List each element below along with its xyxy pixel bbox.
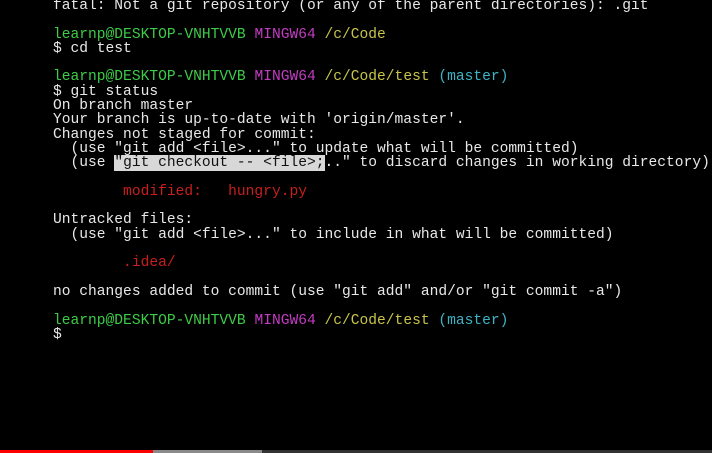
terminal-line: On branch master — [53, 99, 710, 114]
terminal-line: .idea/ — [53, 255, 710, 272]
terminal-text: $ — [53, 326, 62, 343]
terminal-text: (use "git add <file>..." to include in w… — [53, 226, 614, 243]
terminal-line: learnp@DESKTOP-VNHTVVB MINGW64 /c/Code — [53, 26, 710, 43]
terminal-line: Changes not staged for commit: — [53, 127, 710, 142]
terminal-line: fatal: Not a git repository (or any of t… — [53, 0, 710, 13]
terminal-text: /c/Code — [324, 26, 386, 43]
terminal-text: no changes added to commit (use "git add… — [53, 283, 623, 300]
terminal-text: (master) — [438, 312, 509, 329]
terminal-line: learnp@DESKTOP-VNHTVVB MINGW64 /c/Code/t… — [53, 69, 710, 86]
terminal-line: learnp@DESKTOP-VNHTVVB MINGW64 /c/Code/t… — [53, 312, 710, 329]
terminal-line: no changes added to commit (use "git add… — [53, 283, 710, 300]
terminal-line: $ cd test — [53, 40, 710, 57]
terminal-text: fatal: Not a git repository (or any of t… — [53, 0, 649, 14]
terminal-line: Untracked files: — [53, 213, 710, 228]
terminal-text: MINGW64 — [254, 69, 325, 86]
terminal-text: $ cd test — [53, 40, 132, 57]
terminal-line: (use "git checkout -- <file>;.." to disc… — [53, 155, 710, 172]
selected-text: "git checkout -- <file>; — [114, 155, 325, 172]
terminal-line: Your branch is up-to-date with 'origin/m… — [53, 113, 710, 128]
terminal-text: .." to discard changes in working direct… — [324, 155, 710, 172]
terminal-line: (use "git add <file>..." to include in w… — [53, 226, 710, 243]
terminal-text: /c/Code/test — [324, 312, 439, 329]
terminal-text: modified: hungry.py — [53, 183, 307, 200]
terminal-output[interactable]: fatal: Not a git repository (or any of t… — [53, 0, 710, 342]
terminal-text: /c/Code/test — [324, 69, 439, 86]
terminal-text: MINGW64 — [254, 312, 325, 329]
terminal-text: (use — [53, 155, 115, 172]
terminal-text: MINGW64 — [254, 26, 325, 43]
terminal-text: .idea/ — [53, 255, 176, 272]
terminal-line: $ — [53, 326, 710, 343]
terminal-line: modified: hungry.py — [53, 183, 710, 200]
terminal-line: (use "git add <file>..." to update what … — [53, 142, 710, 157]
terminal-line: $ git status — [53, 84, 710, 99]
terminal-text: (master) — [438, 69, 509, 86]
terminal-text: learnp@DESKTOP-VNHTVVB — [53, 312, 255, 329]
